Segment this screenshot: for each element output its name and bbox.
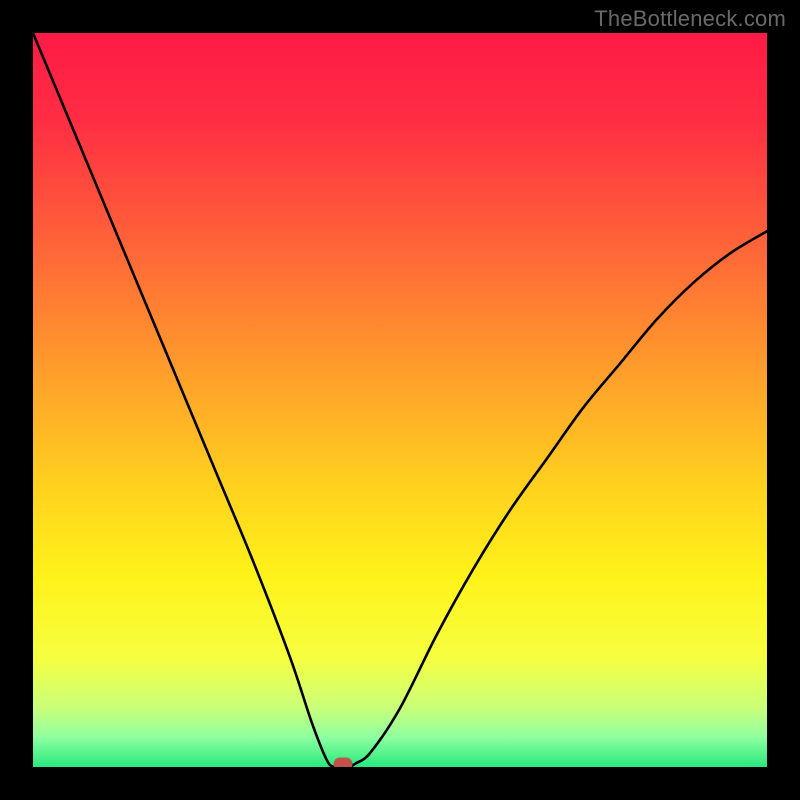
watermark-text: TheBottleneck.com xyxy=(594,6,786,32)
chart-frame: TheBottleneck.com xyxy=(0,0,800,800)
bottleneck-curve xyxy=(33,33,767,767)
optimum-marker xyxy=(334,758,353,767)
plot-area xyxy=(33,33,767,767)
